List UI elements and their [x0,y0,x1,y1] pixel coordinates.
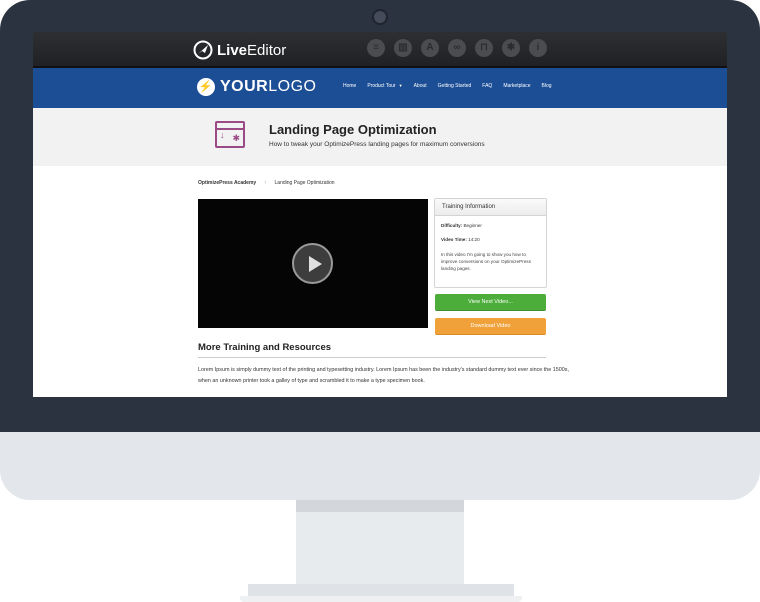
chevron-right-icon: › [264,179,267,186]
columns-icon[interactable]: ▥ [394,39,412,57]
difficulty-row: Difficulty: Beginner [435,223,488,228]
bolt-icon: ⚡ [197,78,215,96]
video-time-row: Video Time: 14:20 [435,237,486,242]
gear-icon: ✱ [232,133,240,143]
site-header: ⚡ YOUR LOGO Home Product Tour ▼ About Gett… [33,68,727,108]
view-next-video-button[interactable]: View Next Video... [435,294,546,311]
difficulty-value: Beginner [463,223,482,228]
download-video-button[interactable]: Download Video [435,318,546,335]
video-player[interactable] [198,199,428,328]
download-arrow-icon: ↓ [220,130,225,140]
typography-icon[interactable]: A [421,39,439,57]
section-divider [198,357,546,358]
training-info-heading: Training Information [435,199,546,216]
nav-product-tour[interactable]: Product Tour ▼ [367,83,402,89]
chevron-down-icon: ▼ [398,83,403,88]
nav-home[interactable]: Home [343,83,356,89]
monitor-stand-lip [240,596,522,602]
training-info-box: Training Information Difficulty: Beginne… [434,198,547,288]
nav-marketplace[interactable]: Marketplace [503,83,530,89]
breadcrumb: OptimizePress Academy › Landing Page Opt… [198,179,335,186]
logo-text-logo: LOGO [268,78,317,95]
site-logo[interactable]: ⚡ YOUR LOGO [197,78,316,96]
nav-about[interactable]: About [414,83,427,89]
logo-text-your: YOUR [220,78,269,95]
webcam [372,9,388,25]
liveeditor-brand-editor: Editor [247,41,287,59]
settings-icon[interactable]: ✱ [502,39,520,57]
hero-banner: ↓ ✱ Landing Page Optimization How to twe… [33,108,727,166]
liveeditor-logo: Live Editor [193,40,286,60]
more-training-heading: More Training and Resources [198,342,332,353]
monitor-stand-shadow [296,500,464,512]
difficulty-label: Difficulty: [441,223,463,228]
breadcrumb-home[interactable]: OptimizePress Academy [198,180,256,186]
info-icon[interactable]: i [529,39,547,57]
play-button[interactable] [292,243,333,284]
breadcrumb-current: Landing Page Optimization [274,179,335,186]
nav-product-tour-label: Product Tour [367,83,396,89]
rocket-icon [193,40,213,60]
liveeditor-brand-live: Live [217,41,248,59]
page-title: Landing Page Optimization [269,122,437,137]
liveeditor-toolbar: Live Editor ≡ ▥ A ∞ ⊓ ✱ i [33,32,727,68]
monitor-stand-neck [296,500,464,584]
video-time-value: 14:20 [468,237,480,242]
toolbar-tools: ≡ ▥ A ∞ ⊓ ✱ i [367,39,547,57]
main-nav: Home Product Tour ▼ About Getting Started… [343,83,563,89]
nav-getting-started[interactable]: Getting Started [438,83,472,89]
nav-faq[interactable]: FAQ [482,83,492,89]
training-description: In this video I'm going to show you how … [441,252,531,271]
page-subtitle: How to tweak your OptimizePress landing … [269,141,485,148]
link-icon[interactable]: ∞ [448,39,466,57]
lock-icon[interactable]: ⊓ [475,39,493,57]
layers-icon[interactable]: ≡ [367,39,385,57]
monitor-chin [0,432,760,500]
video-time-label: Video Time: [441,237,467,242]
browser-settings-icon: ↓ ✱ [215,121,245,148]
body-paragraph: Lorem Ipsum is simply dummy text of the … [198,367,569,384]
screen: Live Editor ≡ ▥ A ∞ ⊓ ✱ i ⚡ YOUR LOGO Home Produ… [33,32,727,397]
nav-blog[interactable]: Blog [542,83,552,89]
